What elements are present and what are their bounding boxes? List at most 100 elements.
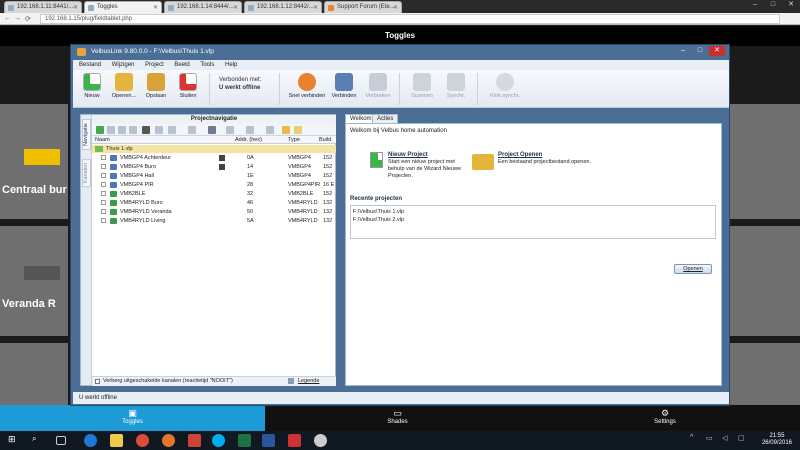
reload-icon[interactable]: ⟳	[25, 15, 31, 23]
close-icon[interactable]: ✕	[73, 4, 78, 11]
expand-icon[interactable]	[101, 218, 106, 223]
firefox-icon[interactable]	[162, 434, 175, 447]
toggle-tile[interactable]	[0, 343, 68, 405]
tree-root[interactable]: Thuis 1.vlp	[92, 145, 336, 153]
menu-help[interactable]: Help	[225, 62, 237, 68]
browser-tab[interactable]: 192.168.1.11:8441/... ✕	[4, 1, 82, 13]
close-project-button[interactable]: Sluiten	[173, 73, 203, 99]
tab-acties[interactable]: Acties	[372, 114, 399, 123]
word-icon[interactable]	[262, 434, 275, 447]
task-view-icon[interactable]	[56, 436, 66, 445]
add-module-icon[interactable]	[96, 126, 104, 134]
folder-icon[interactable]	[282, 126, 290, 134]
close-icon[interactable]: ✕	[709, 46, 725, 56]
app-icon[interactable]	[188, 434, 201, 447]
close-icon[interactable]: ✕	[393, 4, 398, 11]
app-icon[interactable]	[314, 434, 327, 447]
search-icon[interactable]	[188, 126, 196, 134]
table-row[interactable]: VMBGP4 Buro 14 VMBGP4 152	[92, 163, 336, 171]
clock-sync-button[interactable]: Klok synchr.	[485, 73, 525, 99]
close-icon[interactable]: ✕	[153, 4, 158, 11]
notification-icon[interactable]: ▢	[738, 434, 751, 447]
back-icon[interactable]: ←	[4, 15, 11, 22]
minimize-icon[interactable]: –	[746, 1, 764, 8]
table-row[interactable]: VMBGP4 Achterdeur 0A VMBGP4 152	[92, 154, 336, 162]
menu-project[interactable]: Project	[145, 62, 164, 68]
volume-icon[interactable]: ◁	[722, 434, 735, 447]
nav-settings[interactable]: ⚙ Settings	[530, 405, 800, 431]
hide-disabled-checkbox[interactable]	[95, 379, 100, 384]
nav-shades[interactable]: ▭ Shades	[265, 405, 530, 431]
toggle-tile[interactable]	[728, 104, 800, 219]
edit-icon[interactable]	[107, 126, 115, 134]
new-button[interactable]: Nieuw	[77, 73, 107, 99]
maximize-icon[interactable]: □	[764, 1, 782, 8]
col-naam[interactable]: Naam	[95, 137, 110, 143]
skype-icon[interactable]	[212, 434, 225, 447]
expand-icon[interactable]	[101, 164, 106, 169]
system-clock[interactable]: 21:55 26/09/2016	[762, 433, 792, 447]
disconnect-button[interactable]: Verbreken	[363, 73, 393, 99]
maximize-icon[interactable]: □	[692, 47, 708, 57]
toggle-tile[interactable]: Centraal bur	[0, 104, 68, 219]
forward-icon[interactable]: →	[14, 15, 21, 22]
edge-icon[interactable]	[84, 434, 97, 447]
open-project-action[interactable]: Project Openen Een bestaand projectbesta…	[498, 152, 591, 166]
list-item[interactable]: F:\Velbus\Thuis 1.vlp	[353, 208, 713, 216]
url-input[interactable]: 192.168.1.15/plug/fieldtablet.php	[40, 14, 780, 24]
table-row[interactable]: VMB4RYLD Living 5A VMB4RYLD 132	[92, 217, 336, 225]
table-row[interactable]: VMB2BLE 32 VMB2BLE 152	[92, 190, 336, 198]
browser-tab-active[interactable]: Toggles ✕	[84, 1, 162, 13]
windows-start-icon[interactable]: ⊞	[8, 434, 21, 447]
toggle-tile[interactable]: Veranda R	[0, 226, 68, 336]
menu-bestand[interactable]: Bestand	[79, 62, 101, 68]
velbuslink-taskbar-icon[interactable]	[288, 434, 301, 447]
save-button[interactable]: Opslaan	[141, 73, 171, 99]
table-row[interactable]: VMBGP4 Hall 1E VMBGP4 152	[92, 172, 336, 180]
file-explorer-icon[interactable]	[110, 434, 123, 447]
expand-icon[interactable]	[266, 126, 274, 134]
browser-tab[interactable]: Support Forum (Ete... ✕	[324, 1, 402, 13]
open-folder-icon[interactable]	[472, 154, 494, 170]
col-type[interactable]: Type	[288, 137, 300, 143]
menu-beeld[interactable]: Beeld	[174, 62, 189, 68]
expand-icon[interactable]	[101, 209, 106, 214]
binoculars-icon[interactable]	[142, 126, 150, 134]
close-icon[interactable]: ✕	[782, 0, 800, 8]
sort-icon[interactable]	[246, 126, 254, 134]
filter-icon[interactable]	[226, 126, 234, 134]
browser-tab[interactable]: 192.168.1.14:8444/... ✕	[164, 1, 242, 13]
toggle-tile[interactable]	[728, 343, 800, 405]
open-button[interactable]: Openen	[674, 264, 712, 274]
scan-button[interactable]: Scannen	[407, 73, 437, 99]
excel-icon[interactable]	[238, 434, 251, 447]
col-addr[interactable]: Addr. (hex)	[235, 137, 262, 143]
new-project-action[interactable]: Nieuw Project Start een nieuw project me…	[388, 152, 461, 180]
chrome-icon[interactable]	[136, 434, 149, 447]
network-icon[interactable]: ▭	[706, 434, 719, 447]
close-icon[interactable]: ✕	[233, 4, 238, 11]
sync-button[interactable]: Synchr.	[441, 73, 471, 99]
list-item[interactable]: F:\Velbus\Thuis 2.vlp	[353, 216, 713, 224]
col-build[interactable]: Build	[319, 137, 331, 143]
menu-tools[interactable]: Tools	[200, 62, 214, 68]
new-project-icon[interactable]	[370, 152, 383, 168]
toggle-tile[interactable]	[728, 226, 800, 336]
minimize-icon[interactable]: –	[675, 47, 691, 57]
expand-icon[interactable]	[101, 173, 106, 178]
connect-button[interactable]: Verbinden	[329, 73, 359, 99]
browser-tab[interactable]: 192.168.1.12:8442/... ✕	[244, 1, 322, 13]
table-row[interactable]: VMBGP4 PIR 28 VMBGP4PIR 16 E	[92, 181, 336, 189]
expand-icon[interactable]	[101, 155, 106, 160]
tab-navigatie[interactable]: Navigatie	[82, 119, 91, 150]
tab-kanalen[interactable]: Kanalen	[82, 159, 91, 188]
nav-toggles[interactable]: ▣ Toggles	[0, 405, 265, 431]
tray-icon[interactable]: ^	[690, 434, 703, 447]
properties-icon[interactable]	[168, 126, 176, 134]
search-icon[interactable]: ⌕	[32, 434, 45, 447]
view-icon[interactable]	[208, 126, 216, 134]
quick-connect-button[interactable]: Snel verbinden	[287, 73, 327, 99]
open-button[interactable]: Openen...	[109, 73, 139, 99]
expand-icon[interactable]	[101, 200, 106, 205]
expand-icon[interactable]	[101, 182, 106, 187]
